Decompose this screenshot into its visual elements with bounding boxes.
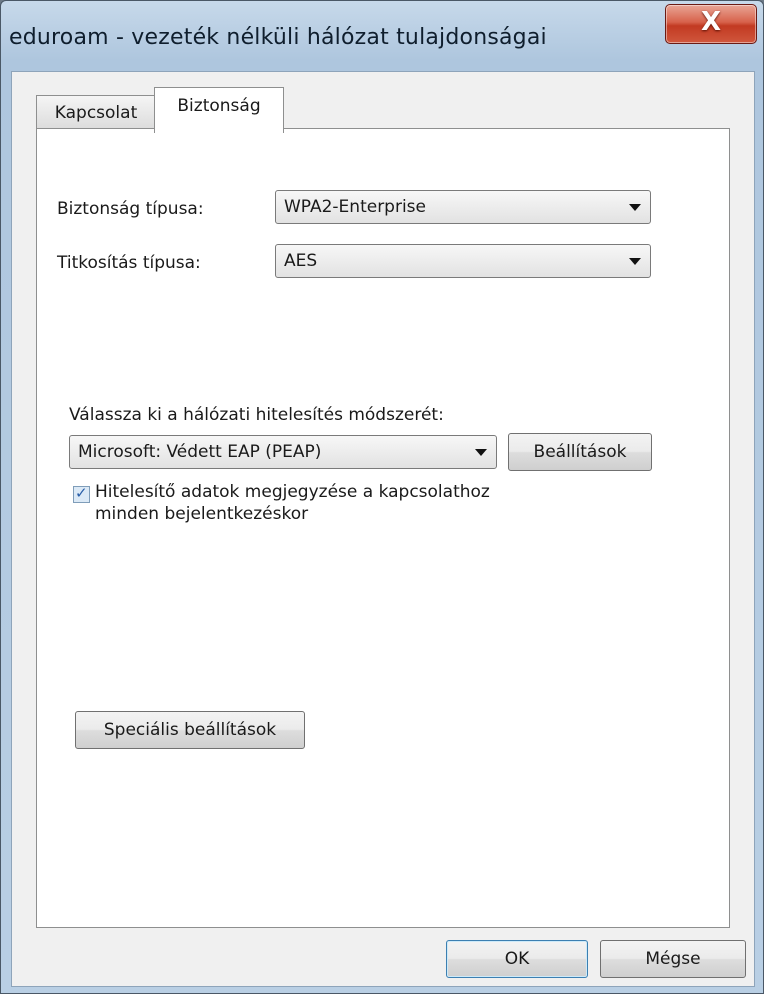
- settings-button[interactable]: Beállítások: [508, 433, 652, 471]
- window-title: eduroam - vezeték nélküli hálózat tulajd…: [9, 25, 547, 50]
- title-bar: eduroam - vezeték nélküli hálózat tulajd…: [1, 1, 763, 71]
- security-tab-panel: Biztonság típusa: WPA2-Enterprise Titkos…: [36, 128, 730, 928]
- chevron-down-icon: [629, 204, 641, 211]
- close-icon: X: [700, 7, 722, 37]
- tab-biztonsag[interactable]: Biztonság: [154, 87, 284, 133]
- encryption-type-select[interactable]: AES: [275, 244, 651, 278]
- encryption-type-label: Titkosítás típusa:: [57, 253, 201, 273]
- auth-method-value: Microsoft: Védett EAP (PEAP): [78, 442, 322, 462]
- checkmark-icon: ✓: [75, 484, 88, 502]
- chevron-down-icon: [475, 449, 487, 456]
- remember-credentials-label-line2: minden bejelentkezéskor: [95, 504, 309, 524]
- dialog-client-area: Kapcsolat Biztonság Biztonság típusa: WP…: [11, 71, 755, 987]
- ok-button[interactable]: OK: [446, 940, 588, 978]
- properties-dialog: eduroam - vezeték nélküli hálózat tulajd…: [0, 0, 764, 994]
- security-type-select[interactable]: WPA2-Enterprise: [275, 190, 651, 224]
- auth-method-label: Válassza ki a hálózati hitelesítés módsz…: [69, 405, 444, 425]
- encryption-type-value: AES: [284, 251, 318, 271]
- auth-method-select[interactable]: Microsoft: Védett EAP (PEAP): [69, 435, 497, 469]
- advanced-settings-button[interactable]: Speciális beállítások: [75, 711, 305, 749]
- tab-kapcsolat[interactable]: Kapcsolat: [36, 95, 156, 129]
- cancel-button[interactable]: Mégse: [600, 940, 746, 978]
- security-type-value: WPA2-Enterprise: [284, 197, 427, 217]
- remember-credentials-label-line1: Hitelesítő adatok megjegyzése a kapcsola…: [95, 482, 490, 502]
- chevron-down-icon: [629, 258, 641, 265]
- close-button[interactable]: X: [665, 4, 757, 44]
- remember-credentials-checkbox[interactable]: ✓: [73, 484, 90, 503]
- security-type-label: Biztonság típusa:: [57, 199, 204, 219]
